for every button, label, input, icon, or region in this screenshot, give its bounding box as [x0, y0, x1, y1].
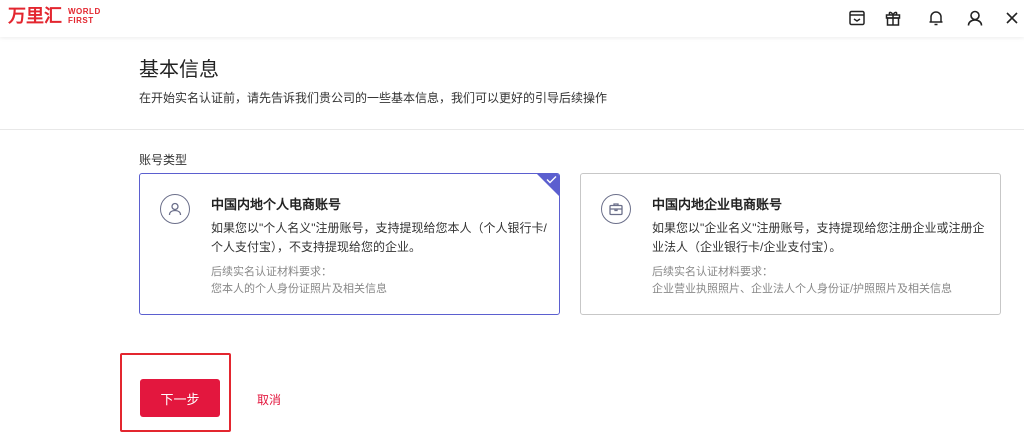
- page-header: 基本信息 在开始实名认证前，请先告诉我们贵公司的一些基本信息，我们可以更好的引导…: [139, 56, 607, 106]
- brand-logo[interactable]: 万里汇 WORLD FIRST: [8, 6, 101, 26]
- account-option-personal[interactable]: 中国内地个人电商账号 如果您以"个人名义"注册账号，支持提现给您本人（个人银行卡…: [139, 173, 560, 315]
- close-icon[interactable]: [1002, 8, 1022, 28]
- option-requirement-label: 后续实名认证材料要求：: [652, 266, 773, 278]
- option-description: 如果您以"企业名义"注册账号，支持提现给您注册企业或注册企业法人（企业银行卡/企…: [652, 221, 985, 254]
- gift-icon[interactable]: [883, 8, 903, 28]
- brand-name-en: WORLD FIRST: [68, 7, 101, 25]
- inbox-icon[interactable]: [847, 8, 867, 28]
- top-bar: 万里汇 WORLD FIRST: [0, 0, 1024, 37]
- account-type-label: 账号类型: [139, 153, 188, 167]
- option-requirement-label: 后续实名认证材料要求：: [211, 266, 332, 278]
- brand-name-cn: 万里汇: [8, 6, 62, 26]
- cancel-link[interactable]: 取消: [257, 391, 281, 408]
- person-icon: [160, 194, 190, 224]
- option-description: 如果您以"个人名义"注册账号，支持提现给您本人（个人银行卡/个人支付宝），不支持…: [211, 221, 547, 254]
- bell-icon[interactable]: [926, 8, 946, 28]
- page-title: 基本信息: [139, 59, 219, 81]
- option-requirement: 您本人的个人身份证照片及相关信息: [211, 283, 387, 295]
- brand-name-en-line1: WORLD: [68, 7, 101, 16]
- option-title: 中国内地个人电商账号: [211, 197, 342, 212]
- account-option-enterprise[interactable]: 中国内地企业电商账号 如果您以"企业名义"注册账号，支持提现给您注册企业或注册企…: [580, 173, 1001, 315]
- page-subtitle: 在开始实名认证前，请先告诉我们贵公司的一些基本信息，我们可以更好的引导后续操作: [139, 91, 608, 105]
- option-title: 中国内地企业电商账号: [652, 197, 783, 212]
- option-requirement: 企业营业执照照片、企业法人个人身份证/护照照片及相关信息: [652, 283, 953, 295]
- user-icon[interactable]: [965, 8, 985, 28]
- next-button[interactable]: 下一步: [140, 379, 220, 417]
- brand-name-en-line2: FIRST: [68, 16, 94, 25]
- check-icon: [546, 176, 557, 184]
- briefcase-icon: [601, 194, 631, 224]
- header-divider: [0, 129, 1024, 130]
